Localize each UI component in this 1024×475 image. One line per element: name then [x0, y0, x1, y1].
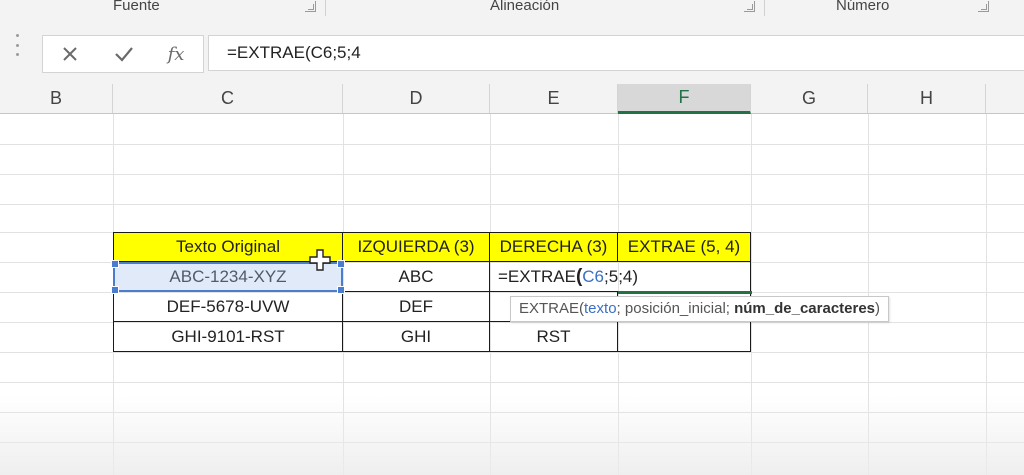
tooltip-function-name: EXTRAE(	[519, 300, 585, 317]
grid-line	[0, 174, 1024, 175]
ribbon-group-alignment-label: Alineación	[490, 0, 560, 14]
table-cell[interactable]: GHI-9101-RST	[113, 322, 343, 352]
bottom-fade-overlay	[0, 395, 1024, 475]
insert-function-button[interactable]: fx	[161, 40, 191, 68]
formula-bar-grip-icon[interactable]	[16, 34, 19, 56]
table-cell[interactable]: RST	[490, 322, 618, 352]
column-header-d[interactable]: D	[343, 84, 490, 113]
column-header-c[interactable]: C	[113, 84, 343, 113]
close-icon	[63, 47, 77, 61]
table-header-cell[interactable]: DERECHA (3)	[490, 232, 618, 262]
formula-input[interactable]: =EXTRAE(C6;5;4	[208, 35, 1024, 71]
alignment-dialog-launcher-icon[interactable]	[744, 1, 755, 12]
table-cell[interactable]: GHI	[343, 322, 490, 352]
ribbon-group-font-label: Fuente	[113, 0, 160, 14]
selection-handle[interactable]	[111, 260, 119, 268]
column-header-g[interactable]: G	[751, 84, 868, 113]
confirm-entry-button[interactable]	[109, 40, 139, 68]
table-header-cell[interactable]: IZQUIERDA (3)	[343, 232, 490, 262]
tooltip-arg-separator: ; posición_inicial;	[616, 300, 735, 317]
ribbon-separator	[325, 0, 326, 16]
table-header-cell[interactable]: EXTRAE (5, 4)	[618, 232, 751, 262]
table-cell[interactable]	[618, 262, 751, 292]
grid-line	[0, 382, 1024, 383]
tooltip-close-paren: )	[875, 300, 881, 317]
editing-cell[interactable]: =EXTRAE(C6 ;5;4)	[490, 262, 638, 292]
selection-handle[interactable]	[337, 286, 345, 294]
formula-bar-buttons: fx	[42, 35, 204, 73]
selection-handle[interactable]	[111, 286, 119, 294]
table-cell[interactable]: DEF-5678-UVW	[113, 292, 343, 322]
ribbon-separator	[764, 0, 765, 16]
column-header-e[interactable]: E	[490, 84, 618, 113]
column-header-h[interactable]: H	[868, 84, 986, 113]
grid-line	[0, 204, 1024, 205]
table-cell[interactable]	[618, 322, 751, 352]
grid-line	[0, 352, 1024, 353]
tooltip-arg-texto[interactable]: texto	[584, 300, 617, 317]
selection-handle[interactable]	[337, 260, 345, 268]
cell-cursor-icon	[309, 249, 331, 271]
ribbon-group-labels: Fuente Alineación Número	[0, 0, 1024, 16]
table-cell[interactable]: ABC	[343, 262, 490, 292]
cancel-entry-button[interactable]	[55, 40, 85, 68]
editing-cell-reference: C6	[582, 266, 605, 286]
column-header-f[interactable]: F	[618, 84, 751, 114]
editing-function-text: =EXTRAE	[498, 266, 576, 286]
fx-icon: fx	[167, 43, 185, 65]
number-dialog-launcher-icon[interactable]	[978, 1, 989, 12]
column-header-b[interactable]: B	[0, 84, 113, 113]
table-cell[interactable]: DEF	[343, 292, 490, 322]
tooltip-arg-num-caracteres[interactable]: núm_de_caracteres	[734, 300, 875, 317]
function-argument-tooltip: EXTRAE(texto; posición_inicial; núm_de_c…	[510, 296, 890, 322]
grid-line	[0, 144, 1024, 145]
column-headers: B C D E F G H	[0, 84, 1024, 114]
check-icon	[115, 47, 133, 62]
ribbon-group-number-label: Número	[836, 0, 890, 14]
font-dialog-launcher-icon[interactable]	[305, 1, 316, 12]
active-cell-indicator	[618, 291, 752, 294]
